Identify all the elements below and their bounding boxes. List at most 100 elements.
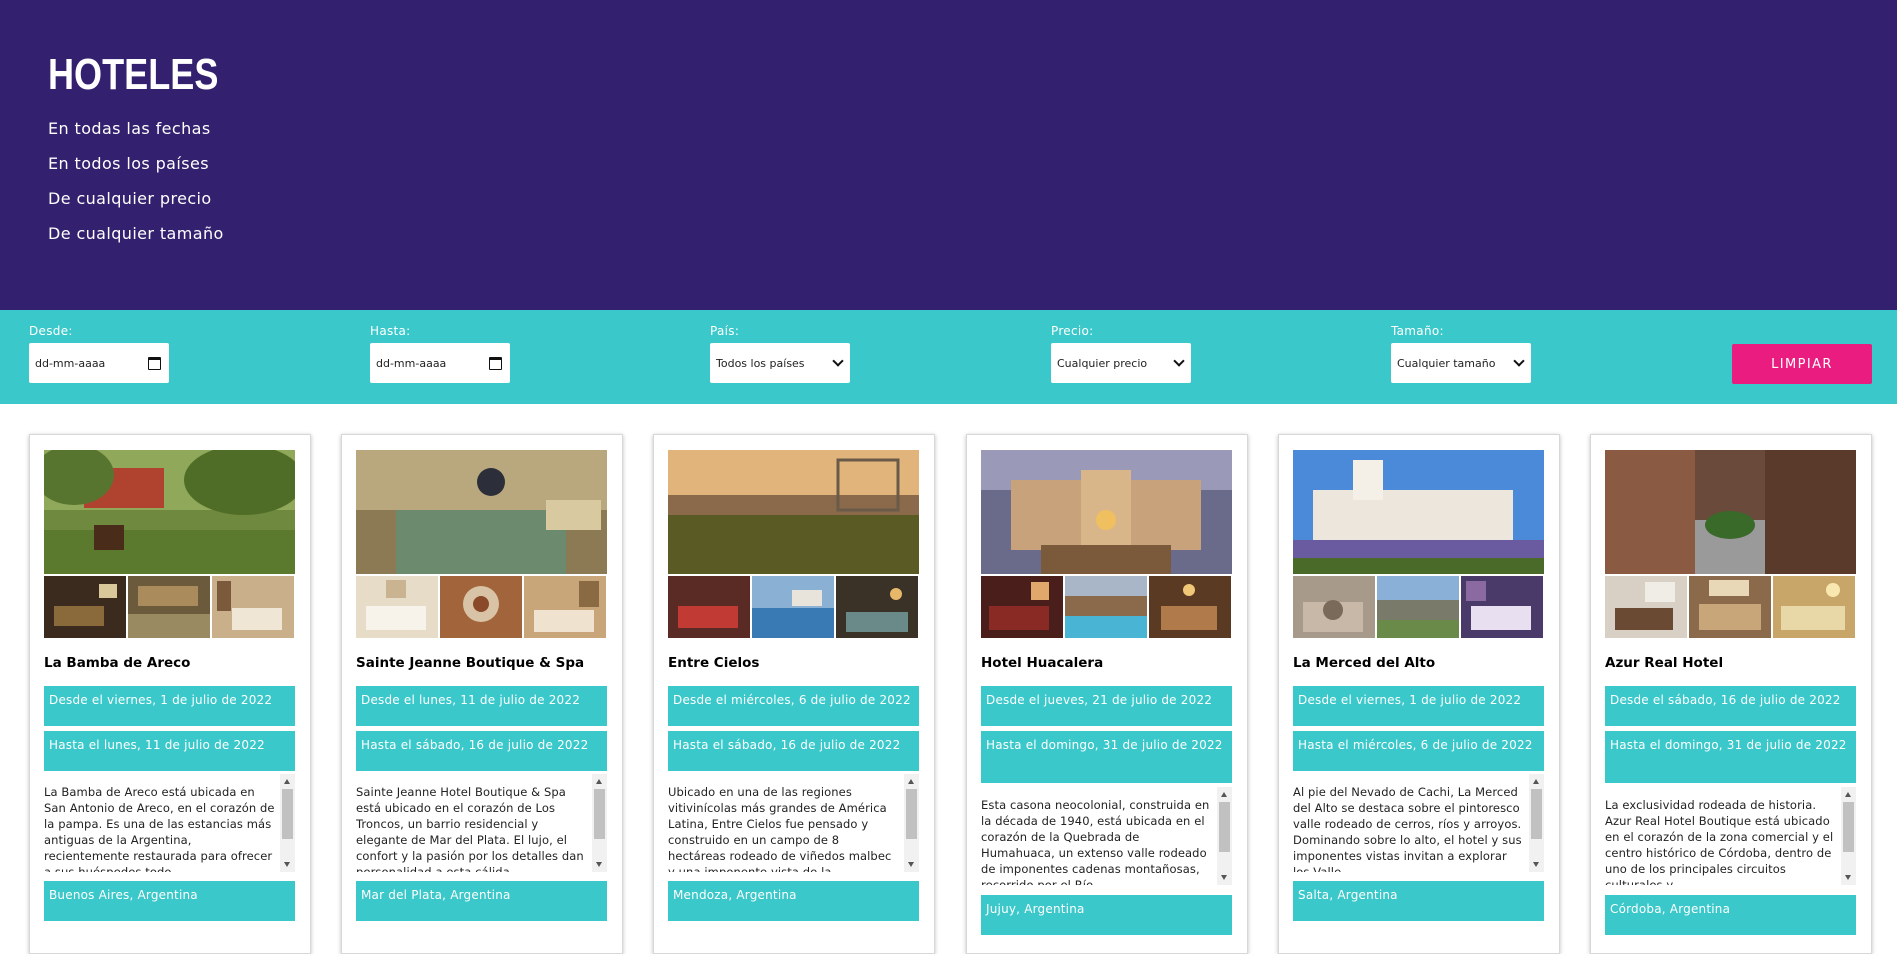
hotel-description-text: Sainte Jeanne Hotel Boutique & Spa está …: [356, 785, 584, 872]
filter-precio: Precio: Cualquier precio: [1051, 324, 1191, 383]
hotel-main-photo: [1605, 450, 1856, 574]
chevron-down-icon: [1513, 355, 1525, 367]
hotel-location: Jujuy, Argentina: [981, 895, 1232, 935]
hotel-thumb-photo: [1065, 576, 1147, 638]
hotel-date-from: Desde el sábado, 16 de julio de 2022: [1605, 686, 1856, 726]
hotel-thumb-photo: [1293, 576, 1375, 638]
tamano-select-value: Cualquier tamaño: [1397, 356, 1496, 370]
hotel-thumb-photo: [752, 576, 834, 638]
calendar-icon[interactable]: [148, 356, 161, 370]
hotel-thumb-photo: [1773, 576, 1855, 638]
hotel-main-photo: [356, 450, 607, 574]
filter-pais: País: Todos los países: [710, 324, 850, 383]
hotel-date-from: Desde el viernes, 1 de julio de 2022: [44, 686, 295, 726]
hotel-description-text: La Bamba de Areco está ubicada en San An…: [44, 785, 275, 872]
filter-desde-label: Desde:: [29, 324, 73, 338]
hotel-thumb-photo: [1461, 576, 1543, 638]
hotel-thumb-photo: [668, 576, 750, 638]
filter-desde: Desde: dd-mm-aaaa: [29, 324, 169, 383]
summary-countries: En todos los países: [48, 154, 209, 173]
chevron-down-icon: [1173, 355, 1185, 367]
hotel-name: Entre Cielos: [668, 655, 760, 671]
hotel-card[interactable]: La Bamba de Areco Desde el viernes, 1 de…: [29, 434, 311, 954]
hotel-thumb-photo: [524, 576, 606, 638]
hotel-date-to: Hasta el miércoles, 6 de julio de 2022: [1293, 731, 1544, 771]
hotel-date-from: Desde el miércoles, 6 de julio de 2022: [668, 686, 919, 726]
hotel-description[interactable]: Ubicado en una de las regiones vitiviníc…: [668, 774, 919, 872]
filter-bar: Desde: dd-mm-aaaa Hasta: dd-mm-aaaa País…: [0, 310, 1897, 404]
hotel-description[interactable]: Sainte Jeanne Hotel Boutique & Spa está …: [356, 774, 607, 872]
hotel-description-text: La exclusividad rodeada de historia. Azu…: [1605, 798, 1834, 885]
precio-select[interactable]: Cualquier precio: [1051, 343, 1191, 383]
hotel-card[interactable]: La Merced del Alto Desde el viernes, 1 d…: [1278, 434, 1560, 954]
description-scrollbar[interactable]: [280, 774, 295, 872]
summary-price: De cualquier precio: [48, 189, 212, 208]
calendar-icon[interactable]: [489, 356, 502, 370]
filter-tamano-label: Tamaño:: [1391, 324, 1444, 338]
hotel-main-photo: [668, 450, 919, 574]
filter-hasta-label: Hasta:: [370, 324, 411, 338]
hotel-thumb-photo: [1149, 576, 1231, 638]
hotel-gallery: [356, 450, 607, 638]
hasta-date-input[interactable]: dd-mm-aaaa: [370, 343, 510, 383]
description-scrollbar[interactable]: [1841, 787, 1856, 885]
hotel-gallery: [1605, 450, 1856, 638]
pais-select-value: Todos los países: [716, 356, 805, 370]
hotel-gallery: [668, 450, 919, 638]
precio-select-value: Cualquier precio: [1057, 356, 1148, 370]
hotel-thumb-photo: [1689, 576, 1771, 638]
hotel-name: La Merced del Alto: [1293, 655, 1436, 671]
filter-precio-label: Precio:: [1051, 324, 1094, 338]
hotel-description-text: Al pie del Nevado de Cachi, La Merced de…: [1293, 785, 1522, 872]
desde-date-value: dd-mm-aaaa: [35, 356, 106, 370]
hotel-main-photo: [981, 450, 1232, 574]
hotel-date-to: Hasta el sábado, 16 de julio de 2022: [356, 731, 607, 771]
hotel-location: Mendoza, Argentina: [668, 881, 919, 921]
hotel-card[interactable]: Hotel Huacalera Desde el jueves, 21 de j…: [966, 434, 1248, 954]
description-scrollbar[interactable]: [904, 774, 919, 872]
chevron-down-icon: [832, 355, 844, 367]
hotel-location: Córdoba, Argentina: [1605, 895, 1856, 935]
description-scrollbar[interactable]: [1529, 774, 1544, 872]
tamano-select[interactable]: Cualquier tamaño: [1391, 343, 1531, 383]
description-scrollbar[interactable]: [1217, 787, 1232, 885]
hotel-name: La Bamba de Areco: [44, 655, 191, 671]
page-header: HOTELES En todas las fechas En todos los…: [0, 0, 1897, 310]
hotel-description[interactable]: Al pie del Nevado de Cachi, La Merced de…: [1293, 774, 1544, 872]
page-title: HOTELES: [48, 50, 219, 99]
hotel-gallery: [44, 450, 295, 638]
hotel-name: Sainte Jeanne Boutique & Spa: [356, 655, 585, 671]
hotel-description[interactable]: La Bamba de Areco está ubicada en San An…: [44, 774, 295, 872]
hotel-thumb-photo: [836, 576, 918, 638]
hotel-card[interactable]: Entre Cielos Desde el miércoles, 6 de ju…: [653, 434, 935, 954]
hotel-thumb-photo: [128, 576, 210, 638]
hotel-date-to: Hasta el domingo, 31 de julio de 2022: [1605, 731, 1856, 783]
pais-select[interactable]: Todos los países: [710, 343, 850, 383]
hotel-name: Hotel Huacalera: [981, 655, 1104, 671]
summary-size: De cualquier tamaño: [48, 224, 224, 243]
desde-date-input[interactable]: dd-mm-aaaa: [29, 343, 169, 383]
hotel-main-photo: [44, 450, 295, 574]
hotel-date-from: Desde el lunes, 11 de julio de 2022: [356, 686, 607, 726]
hotel-location: Buenos Aires, Argentina: [44, 881, 295, 921]
hotel-gallery: [1293, 450, 1544, 638]
hotel-date-to: Hasta el lunes, 11 de julio de 2022: [44, 731, 295, 771]
hotel-thumb-photo: [44, 576, 126, 638]
hotel-description[interactable]: La exclusividad rodeada de historia. Azu…: [1605, 787, 1856, 885]
hotel-date-from: Desde el jueves, 21 de julio de 2022: [981, 686, 1232, 726]
hotel-gallery: [981, 450, 1232, 638]
hotel-thumb-photo: [981, 576, 1063, 638]
hotel-card[interactable]: Sainte Jeanne Boutique & Spa Desde el lu…: [341, 434, 623, 954]
description-scrollbar[interactable]: [592, 774, 607, 872]
hotel-card[interactable]: Azur Real Hotel Desde el sábado, 16 de j…: [1590, 434, 1872, 954]
hotel-thumb-photo: [440, 576, 522, 638]
hotel-date-to: Hasta el domingo, 31 de julio de 2022: [981, 731, 1232, 783]
hotel-description[interactable]: Esta casona neocolonial, construida en l…: [981, 787, 1232, 885]
filter-pais-label: País:: [710, 324, 740, 338]
hotel-thumb-photo: [1605, 576, 1687, 638]
hasta-date-value: dd-mm-aaaa: [376, 356, 447, 370]
hotel-date-to: Hasta el sábado, 16 de julio de 2022: [668, 731, 919, 771]
clear-button[interactable]: LIMPIAR: [1732, 344, 1872, 384]
hotel-location: Mar del Plata, Argentina: [356, 881, 607, 921]
hotel-thumb-photo: [356, 576, 438, 638]
